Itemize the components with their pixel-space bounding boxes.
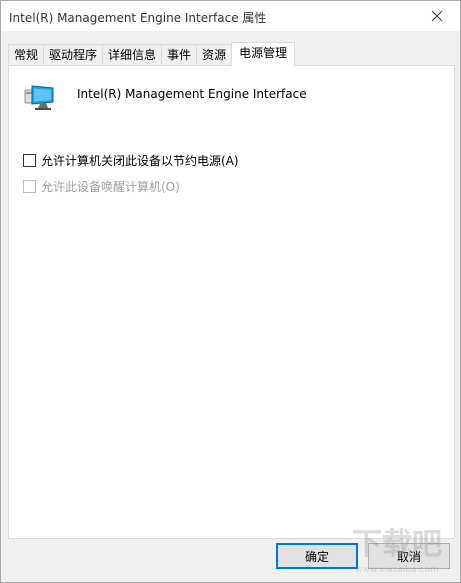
tab-driver[interactable]: 驱动程序 (43, 44, 104, 66)
checkbox-box-disabled (23, 180, 36, 193)
tab-details[interactable]: 详细信息 (102, 44, 163, 66)
svg-text:www.xiazaiba.com: www.xiazaiba.com (355, 565, 439, 575)
allow-turn-off-label: 允许计算机关闭此设备以节约电源(A) (41, 154, 239, 168)
watermark-logo: 下载吧 www.xiazaiba.com (352, 527, 442, 575)
tab-power-management[interactable]: 电源管理 (231, 42, 296, 66)
svg-text:下载吧: 下载吧 (352, 527, 442, 562)
monitor-icon (24, 85, 54, 110)
allow-wake-checkbox: 允许此设备唤醒计算机(O) (23, 178, 180, 195)
allow-wake-label: 允许此设备唤醒计算机(O) (41, 180, 180, 194)
window-title: Intel(R) Management Engine Interface 属性 (9, 11, 267, 25)
close-icon (431, 10, 443, 22)
dialog-body: 常规 驱动程序 详细信息 事件 资源 电源管理 Intel(R) Managem… (1, 31, 460, 582)
close-button[interactable] (414, 1, 460, 31)
title-bar: Intel(R) Management Engine Interface 属性 (1, 1, 460, 31)
checkbox-box[interactable] (23, 154, 36, 167)
tab-events[interactable]: 事件 (161, 44, 198, 66)
tab-general[interactable]: 常规 (8, 44, 45, 66)
tab-panel-power-management: Intel(R) Management Engine Interface 允许计… (8, 65, 455, 539)
properties-dialog: Intel(R) Management Engine Interface 属性 … (0, 0, 461, 583)
allow-turn-off-checkbox[interactable]: 允许计算机关闭此设备以节约电源(A) (23, 152, 239, 169)
tab-strip: 常规 驱动程序 详细信息 事件 资源 电源管理 (8, 42, 296, 66)
tab-resources[interactable]: 资源 (196, 44, 233, 66)
device-name: Intel(R) Management Engine Interface (77, 87, 307, 101)
